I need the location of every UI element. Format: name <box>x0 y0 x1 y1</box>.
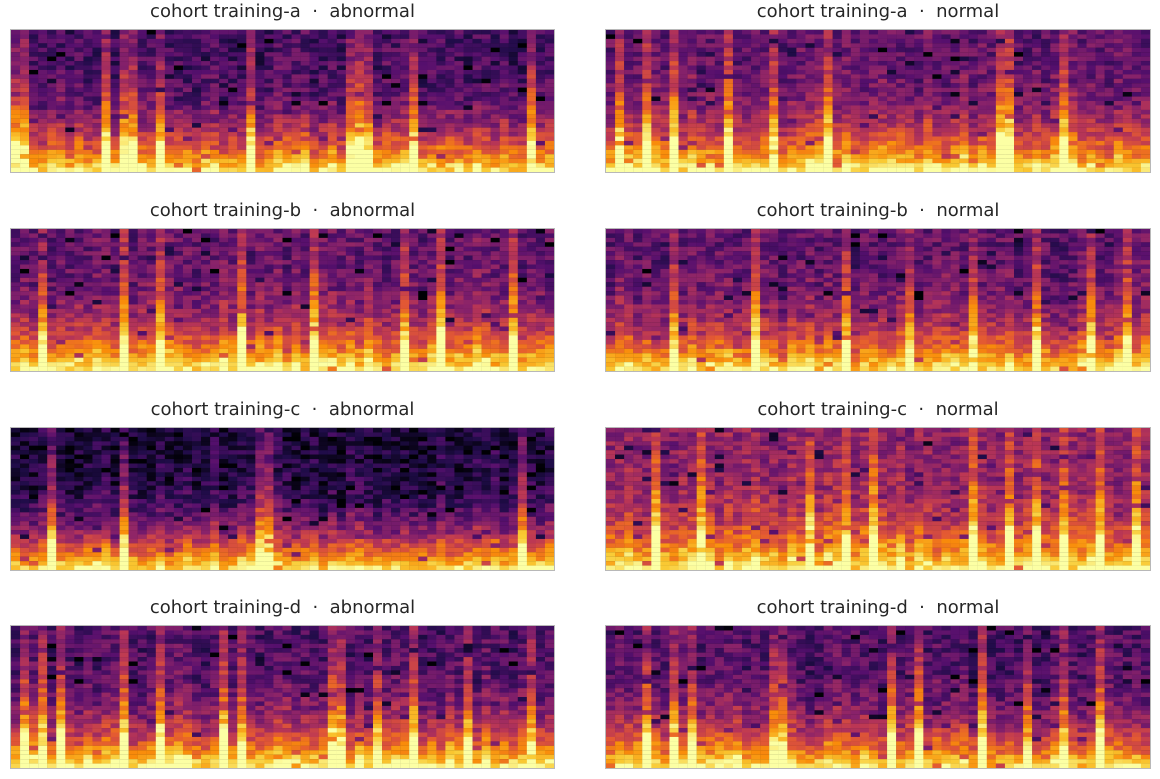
heatmap-plot-area <box>605 625 1151 769</box>
heatmap-plot-area <box>10 625 555 769</box>
spectrogram-heatmap <box>11 30 554 172</box>
heatmap-plot-area <box>10 427 555 571</box>
spectrogram-panel-training-c-normal: cohort training-c · normal <box>605 399 1151 571</box>
spectrogram-heatmap <box>606 30 1150 172</box>
panel-title: cohort training-c · normal <box>757 399 999 420</box>
heatmap-plot-area <box>10 29 555 173</box>
heatmap-plot-area <box>605 228 1151 372</box>
spectrogram-panel-training-b-abnormal: cohort training-b · abnormal <box>10 200 555 372</box>
spectrogram-panel-training-d-abnormal: cohort training-d · abnormal <box>10 597 555 769</box>
spectrogram-panel-training-c-abnormal: cohort training-c · abnormal <box>10 399 555 571</box>
panel-title: cohort training-b · abnormal <box>149 200 416 221</box>
panel-title: cohort training-b · normal <box>756 200 1000 221</box>
heatmap-plot-area <box>10 228 555 372</box>
panel-title: cohort training-a · abnormal <box>150 1 415 22</box>
spectrogram-heatmap <box>11 626 554 768</box>
spectrogram-panel-training-d-normal: cohort training-d · normal <box>605 597 1151 769</box>
panel-title: cohort training-d · normal <box>756 597 1000 618</box>
spectrogram-heatmap <box>606 626 1150 768</box>
spectrogram-heatmap <box>11 229 554 371</box>
spectrogram-heatmap <box>606 428 1150 570</box>
spectrogram-heatmap <box>606 229 1150 371</box>
panel-title: cohort training-d · abnormal <box>149 597 416 618</box>
spectrogram-panel-training-a-normal: cohort training-a · normal <box>605 1 1151 173</box>
spectrogram-panel-training-a-abnormal: cohort training-a · abnormal <box>10 1 555 173</box>
spectrogram-panel-training-b-normal: cohort training-b · normal <box>605 200 1151 372</box>
heatmap-plot-area <box>605 427 1151 571</box>
heatmap-plot-area <box>605 29 1151 173</box>
spectrogram-heatmap <box>11 428 554 570</box>
panel-title: cohort training-a · normal <box>756 1 1000 22</box>
panel-title: cohort training-c · abnormal <box>150 399 415 420</box>
